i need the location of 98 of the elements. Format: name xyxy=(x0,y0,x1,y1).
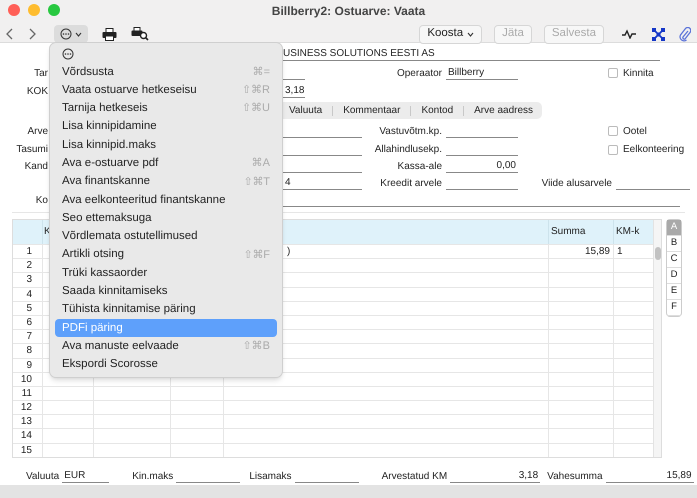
scrollbar-thumb[interactable] xyxy=(654,247,660,260)
shortcut-label: ⌘= xyxy=(252,64,270,80)
caret-icon xyxy=(75,32,82,36)
row-number: 2 xyxy=(26,260,32,272)
more-actions-button[interactable] xyxy=(54,25,88,43)
more-icon xyxy=(60,28,72,40)
row-number: 15 xyxy=(20,444,32,456)
side-tab[interactable]: D xyxy=(667,268,681,284)
field-label: Vahesumma xyxy=(547,470,603,484)
shortcut-label: ⇧⌘U xyxy=(242,101,270,116)
menu-item[interactable]: Tarnija hetkeseis ⇧⌘U xyxy=(55,100,277,118)
row-number: 12 xyxy=(20,402,32,414)
field-label: Vastuvõtm.kp. xyxy=(379,126,442,136)
checkbox[interactable] xyxy=(608,126,618,136)
side-tab[interactable]: F xyxy=(667,300,681,316)
menu-item[interactable]: Vaata ostuarve hetkeseisu ⇧⌘R xyxy=(55,81,277,100)
cross-grid-icon[interactable] xyxy=(652,28,665,40)
window-title: Billberry2: Ostuarve: Vaata xyxy=(272,3,426,20)
menu-item[interactable]: Saada kinnitamiseks xyxy=(55,282,277,301)
field-label: Arvestatud KM xyxy=(382,470,448,484)
field-label: Valuuta xyxy=(26,470,60,484)
print-preview-icon[interactable] xyxy=(131,27,149,41)
tab[interactable]: Kontod xyxy=(420,103,454,118)
side-tab[interactable]: E xyxy=(667,284,681,300)
menu-item[interactable]: Ava manuste eelvaade ⇧⌘B xyxy=(55,337,277,356)
checkbox[interactable] xyxy=(608,68,618,78)
tab[interactable]: Valuuta xyxy=(288,103,324,118)
field-label: Kassa-ale xyxy=(398,161,442,172)
more-actions-icon xyxy=(62,48,74,60)
menu-item[interactable]: Ava finantskanne ⇧⌘T xyxy=(55,172,277,192)
input-field[interactable]: 3,18 xyxy=(450,470,540,484)
shortcut-label: ⌘A xyxy=(252,156,270,172)
menu-item[interactable]: Lisa kinnipid.maks xyxy=(55,136,277,154)
menu-item[interactable]: Artikli otsing ⇧⌘F xyxy=(55,246,277,264)
row-number: 3 xyxy=(26,274,32,286)
menu-item[interactable]: Ekspordi Scorosse xyxy=(55,356,277,374)
shortcut-label: ⇧⌘T xyxy=(243,174,270,190)
printer-icon[interactable] xyxy=(102,28,117,40)
input-field[interactable]: Billberry xyxy=(446,66,518,80)
menu-item[interactable]: Seo ettemaksuga xyxy=(55,209,277,228)
menu-item[interactable]: Võrdlemata ostutellimused xyxy=(55,228,277,246)
menu-item[interactable]: Ava eelkonteeritud finantskanne xyxy=(55,191,277,210)
field-label: Tasumi xyxy=(16,144,48,155)
input-field[interactable]: 0,00 xyxy=(446,160,518,173)
row-number: 6 xyxy=(26,316,32,328)
field-label: Viide alusarvele xyxy=(542,178,612,189)
field-label: Allahindlusekp. xyxy=(374,144,442,155)
side-tab[interactable]: C xyxy=(667,252,681,268)
forward-icon[interactable] xyxy=(28,28,36,40)
input-field[interactable]: 15,89 xyxy=(606,470,694,484)
row-number: 14 xyxy=(20,430,32,442)
input-field[interactable]: EUR xyxy=(62,470,110,484)
row-number: 10 xyxy=(20,374,32,385)
field-label: Kin.maks xyxy=(132,470,174,484)
checkbox-label: Eelkonteering xyxy=(623,143,684,157)
shortcut-label: ⇧⌘R xyxy=(242,83,270,98)
paperclip-icon[interactable] xyxy=(679,26,691,42)
shortcut-label: ⇧⌘F xyxy=(243,248,270,263)
field-label: Ko xyxy=(36,194,48,206)
close-window-icon[interactable] xyxy=(8,4,20,16)
row-number: 1 xyxy=(26,246,32,257)
column-header[interactable]: Summa xyxy=(551,226,586,237)
checkbox-label: Kinnita xyxy=(623,66,654,80)
field-label: Arve xyxy=(27,126,48,136)
supplier-name-field[interactable]: USINESS SOLUTIONS EESTI AS xyxy=(283,47,660,61)
checkbox[interactable] xyxy=(608,144,618,154)
row-number: 8 xyxy=(26,345,32,356)
field-label: Lisamaks xyxy=(249,470,292,484)
row-number: 9 xyxy=(26,360,32,370)
menu-item[interactable]: Ava e-ostuarve pdf ⌘A xyxy=(55,154,277,173)
table-cell: 1 xyxy=(617,246,623,257)
back-icon[interactable] xyxy=(6,28,14,40)
column-header[interactable]: KM-k xyxy=(616,226,640,237)
table-cell: 15,89 xyxy=(584,246,610,257)
field-label: Kreedit arvele xyxy=(380,178,442,189)
menu-item[interactable]: Lisa kinnipidamine xyxy=(55,118,277,136)
field-label: Operaator xyxy=(396,68,442,78)
zoom-window-icon[interactable] xyxy=(48,4,60,16)
table-cell: ) xyxy=(287,246,290,257)
tab[interactable]: Arve aadress xyxy=(473,103,534,118)
menu-item[interactable]: Trüki kassaorder xyxy=(55,264,277,283)
checkbox-label: Ootel xyxy=(623,124,647,138)
field-label: Tar xyxy=(34,68,48,78)
field-label: KOK xyxy=(26,86,48,97)
row-number: 11 xyxy=(22,388,32,399)
activity-icon[interactable] xyxy=(622,29,636,39)
menu-item[interactable]: Tühista kinnitamise päring xyxy=(55,300,277,320)
field-label: Kand xyxy=(24,161,48,172)
caret-icon xyxy=(467,32,474,36)
shortcut-label: ⇧⌘B xyxy=(242,339,270,354)
side-tab[interactable]: B xyxy=(667,236,681,252)
tab[interactable]: Kommentaar xyxy=(342,103,402,118)
row-number: 5 xyxy=(26,302,32,314)
row-number: 4 xyxy=(26,288,32,300)
dropdown-button[interactable]: Koosta xyxy=(419,24,482,44)
row-number: 7 xyxy=(26,331,32,342)
row-number: 13 xyxy=(20,416,32,428)
menu-item[interactable]: Võrdsusta ⌘= xyxy=(55,63,277,82)
